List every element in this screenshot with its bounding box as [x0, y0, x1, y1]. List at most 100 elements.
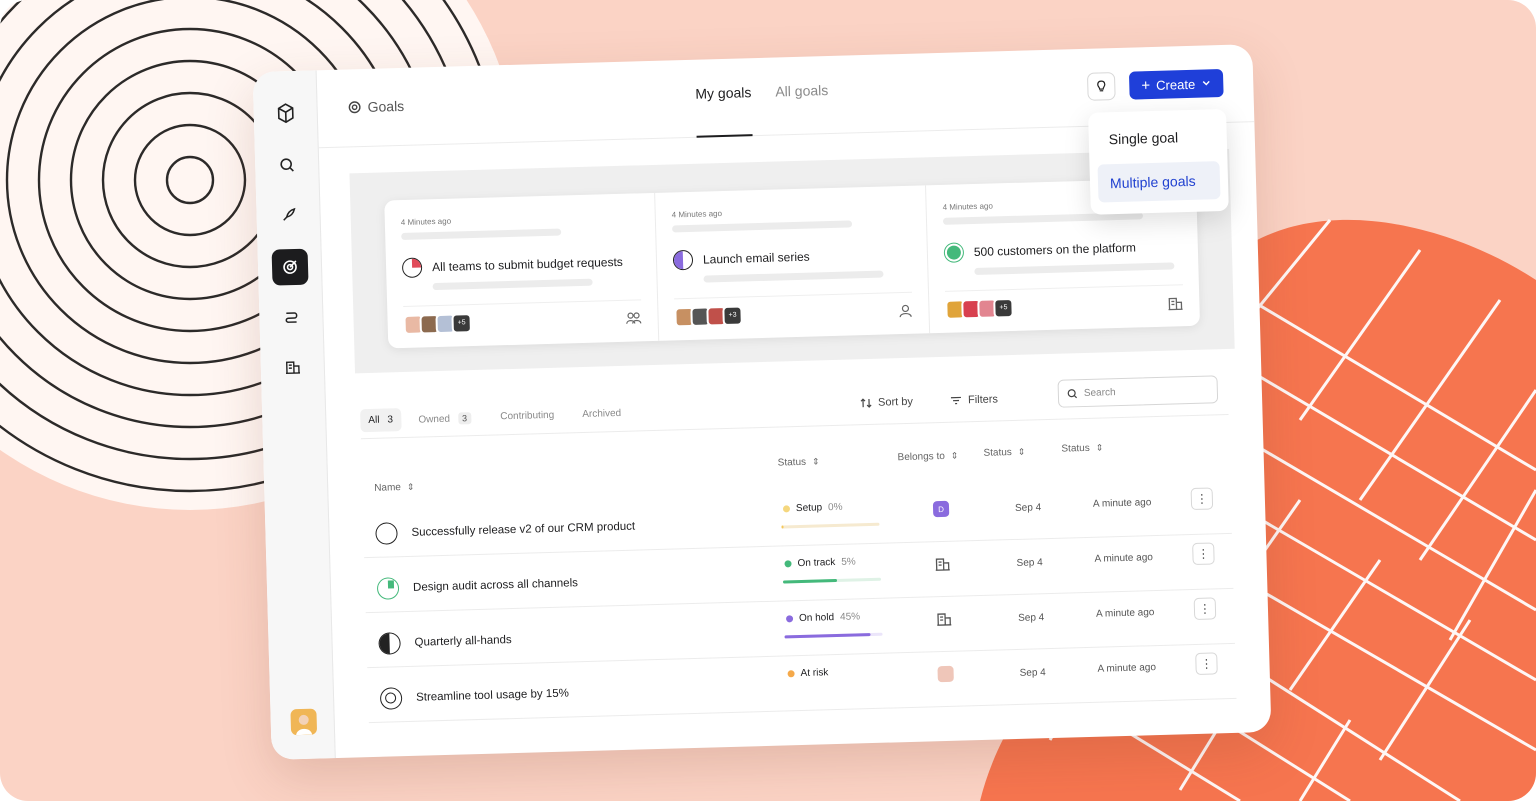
search-input[interactable]: Search [1057, 375, 1219, 408]
sort-chevron-icon: ⇕ [406, 481, 415, 492]
tab-label: Owned [418, 413, 451, 426]
logo-icon[interactable] [267, 95, 304, 132]
status-badge[interactable]: At risk [787, 667, 829, 679]
goal-progress-icon [943, 242, 965, 263]
more-count: +5 [451, 312, 472, 334]
goal-card[interactable]: 4 Minutes ago Launch email series +3 [655, 185, 931, 341]
building-icon [935, 558, 950, 571]
status-percent: 5% [841, 556, 856, 568]
goal-status-icon [375, 522, 398, 545]
tab-contributing[interactable]: Contributing [500, 410, 554, 423]
status-badge[interactable]: On hold 45% [785, 611, 861, 625]
rocket-icon[interactable] [270, 197, 307, 234]
tab-all-goals[interactable]: All goals [775, 82, 828, 99]
skeleton-line [703, 270, 884, 283]
more-options-button[interactable]: ⋮ [1193, 597, 1217, 621]
date: Sep 4 [1014, 502, 1042, 514]
column-header-name[interactable]: Name ⇕ [374, 482, 415, 494]
avatar[interactable] [290, 708, 318, 736]
column-label: Status [983, 447, 1013, 459]
search-placeholder: Search [1083, 386, 1116, 399]
building-icon [937, 613, 952, 626]
sort-chevron-icon: ⇕ [1017, 446, 1026, 457]
status-badge[interactable]: Setup 0% [782, 502, 843, 515]
tab-all[interactable]: All 3 [360, 408, 402, 433]
goals-target-icon[interactable] [271, 248, 309, 286]
row-name: Streamline tool usage by 15% [379, 683, 569, 710]
chevron-down-icon [1202, 80, 1210, 86]
column-header-date[interactable]: Status ⇕ [983, 447, 1025, 459]
updated-time: A minute ago [1094, 552, 1154, 565]
status-percent: 45% [839, 611, 861, 623]
goal-status-icon [379, 687, 403, 710]
skeleton-line [974, 262, 1175, 276]
tab-owned[interactable]: Owned 3 [418, 412, 472, 426]
belongs-to[interactable] [936, 611, 952, 627]
belongs-to[interactable]: D [932, 500, 950, 518]
create-button[interactable]: + Create [1128, 69, 1224, 100]
team-icon [626, 311, 642, 324]
date: Sep 4 [1016, 557, 1043, 569]
more-options-button[interactable]: ⋮ [1190, 487, 1214, 511]
card-title: All teams to submit budget requests [431, 254, 623, 275]
goal-card[interactable]: 4 Minutes ago All teams to submit budget… [384, 192, 660, 349]
tab-label: All [368, 414, 380, 426]
filter-icon [950, 396, 961, 405]
column-label: Name [374, 482, 402, 494]
more-options-button[interactable]: ⋮ [1192, 542, 1215, 566]
sort-button[interactable]: Sort by [860, 396, 913, 409]
progress-bar [782, 577, 882, 584]
avatar-group: +5 [403, 312, 472, 335]
column-label: Status [1061, 442, 1090, 455]
status-label: On hold [798, 612, 835, 625]
goal-status-icon [378, 632, 401, 655]
active-tab-indicator [696, 134, 753, 138]
more-count: +5 [993, 297, 1014, 318]
progress-bar [784, 632, 883, 639]
date: Sep 4 [1017, 612, 1045, 624]
status-dot [785, 615, 794, 623]
canvas: Goals My goals All goals + Create Single… [0, 0, 1536, 801]
status-label: On track [797, 557, 836, 570]
menu-item-single-goal[interactable]: Single goal [1096, 117, 1219, 158]
column-header-status[interactable]: Status ⇕ [778, 456, 820, 468]
goal-name: Quarterly all-hands [414, 634, 512, 649]
lightbulb-icon [1097, 80, 1106, 92]
tab-count: 3 [387, 414, 394, 426]
tab-my-goals[interactable]: My goals [695, 84, 751, 102]
belongs-to[interactable] [937, 665, 954, 683]
more-options-button[interactable]: ⋮ [1195, 652, 1218, 675]
card-title: 500 customers on the platform [973, 240, 1137, 260]
sort-chevron-icon: ⇕ [1095, 442, 1104, 453]
status-dot [784, 560, 792, 568]
skeleton-line [672, 220, 853, 233]
create-menu: Single goal Multiple goals [1088, 108, 1229, 215]
goal-name: Successfully release v2 of our CRM produ… [411, 520, 636, 539]
goal-progress-icon [401, 257, 423, 278]
row-name: Design audit across all channels [376, 572, 578, 600]
column-header-belongs-to[interactable]: Belongs to ⇕ [897, 451, 958, 464]
search-icon [1067, 388, 1078, 398]
menu-item-multiple-goals[interactable]: Multiple goals [1097, 161, 1221, 203]
card-timestamp: 4 Minutes ago [671, 209, 723, 220]
updated-time: A minute ago [1097, 662, 1157, 675]
tab-archived[interactable]: Archived [582, 408, 621, 420]
status-dot [787, 670, 795, 678]
goals-target-icon [348, 101, 361, 114]
skeleton-line [942, 212, 1144, 225]
sort-chevron-icon: ⇕ [811, 456, 820, 467]
belongs-to[interactable] [934, 556, 950, 572]
breadcrumb[interactable]: Goals [347, 98, 404, 116]
progress-bar [781, 522, 880, 529]
column-header-updated[interactable]: Status ⇕ [1061, 442, 1103, 454]
sort-chevron-icon: ⇕ [950, 450, 959, 461]
filters-button[interactable]: Filters [950, 393, 998, 406]
search-icon[interactable] [269, 147, 306, 184]
lightbulb-button[interactable] [1086, 72, 1116, 101]
app-window: Goals My goals All goals + Create Single… [252, 44, 1272, 760]
row-name: Successfully release v2 of our CRM produ… [375, 516, 635, 545]
status-badge[interactable]: On track 5% [784, 556, 856, 569]
route-icon[interactable] [273, 299, 310, 336]
building-icon[interactable] [274, 349, 311, 386]
avatar-group: +5 [945, 297, 1014, 320]
